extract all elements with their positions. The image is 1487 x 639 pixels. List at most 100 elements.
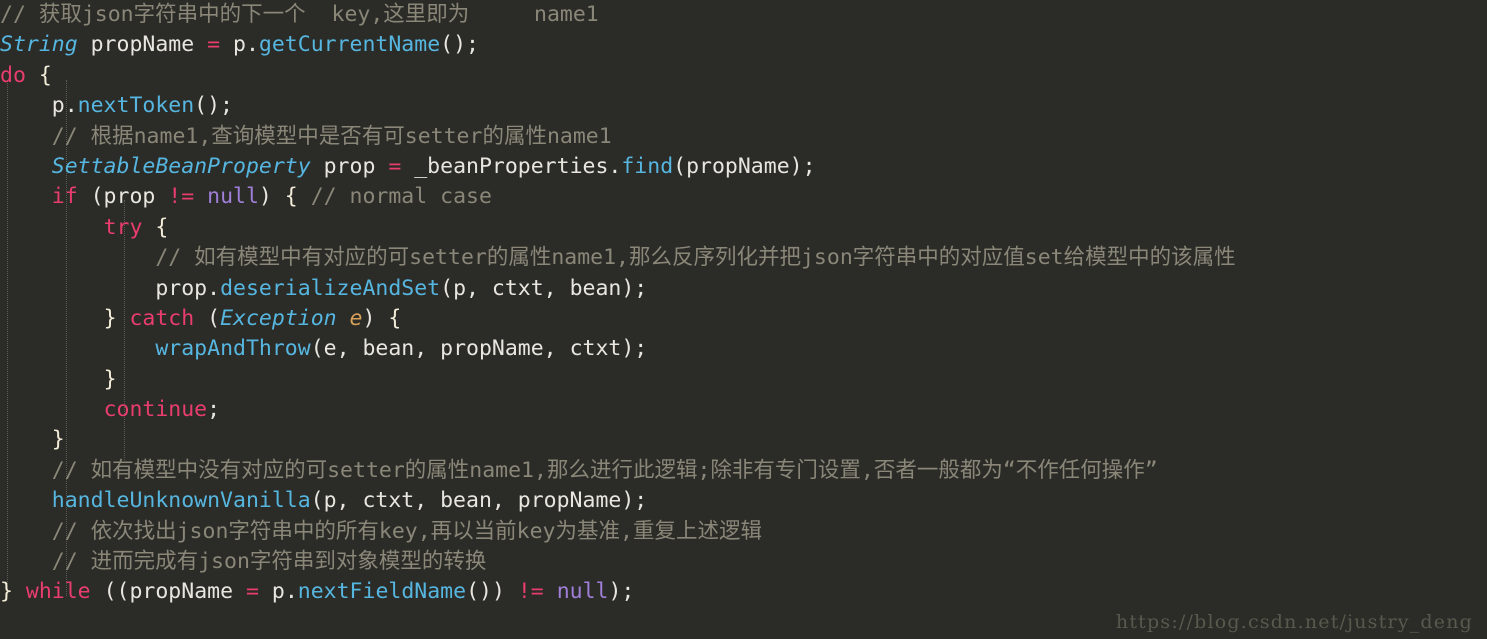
code-line-6[interactable]: SettableBeanProperty prop = _beanPropert… (0, 152, 1487, 182)
token-parameter: e (349, 305, 363, 331)
code-editor[interactable]: // 获取json字符串中的下一个 key,这里即为 name1 String p… (0, 0, 1487, 639)
token-func: getCurrentName (258, 32, 441, 58)
token-plain: ( (194, 305, 221, 331)
token-type: String (0, 32, 78, 58)
token-brace: } (103, 305, 117, 331)
token-keyword: while (25, 579, 91, 605)
token-brace: } (51, 427, 65, 453)
token-func: nextToken (77, 93, 195, 119)
token-op: = (207, 32, 221, 58)
token-brace: { (388, 305, 402, 331)
token-plain: ) (362, 305, 389, 331)
token-op: != (168, 184, 195, 210)
token-brace: { (38, 62, 52, 88)
code-line-10[interactable]: prop.deserializeAndSet(p, ctxt, bean); (0, 274, 1487, 304)
token-plain: p. (220, 32, 259, 58)
token-func: handleUnknownVanilla (51, 488, 311, 514)
code-line-1[interactable]: // 获取json字符串中的下一个 key,这里即为 name1 (0, 0, 1487, 30)
token-op: != (517, 579, 544, 605)
code-line-12[interactable]: wrapAndThrow(e, bean, propName, ctxt); (0, 334, 1487, 364)
token-plain: (p, ctxt, bean); (440, 275, 648, 301)
code-line-4[interactable]: p.nextToken(); (0, 91, 1487, 121)
token-comment: // 如有模型中没有对应的可setter的属性name1,那么进行此逻辑;除非有… (0, 457, 1158, 483)
token-plain: (); (194, 93, 234, 119)
token-func: find (621, 153, 674, 179)
token-null_literal: null (207, 184, 259, 210)
code-line-20[interactable]: } while ((propName = p.nextFieldName()) … (0, 577, 1487, 607)
token-plain: prop. (0, 275, 221, 301)
token-brace: { (155, 214, 169, 240)
code-content[interactable]: // 获取json字符串中的下一个 key,这里即为 name1 String p… (0, 0, 1487, 608)
token-plain: _beanProperties. (401, 153, 622, 179)
token-op: = (245, 579, 259, 605)
token-func: wrapAndThrow (155, 336, 311, 362)
token-plain: p. (258, 579, 298, 605)
token-brace: } (103, 366, 117, 392)
token-type: SettableBeanProperty (51, 153, 311, 179)
token-plain: prop (310, 153, 389, 179)
code-line-13[interactable]: } (0, 365, 1487, 395)
token-comment: // 如有模型中有对应的可setter的属性name1,那么反序列化并把json… (0, 245, 1236, 271)
token-brace: { (284, 184, 298, 210)
watermark-url: https://blog.csdn.net/justry_deng (1115, 611, 1473, 633)
code-line-7[interactable]: if (prop != null) { // normal case (0, 182, 1487, 212)
code-line-8[interactable]: try { (0, 213, 1487, 243)
token-comment: // 进而完成有json字符串到对象模型的转换 (0, 549, 487, 575)
token-comment: // 根据name1,查询模型中是否有可setter的属性name1 (0, 123, 612, 149)
token-type: Exception (220, 305, 337, 331)
token-plain: ()) (466, 579, 518, 605)
token-plain: ) (258, 184, 285, 210)
code-line-9[interactable]: // 如有模型中有对应的可setter的属性name1,那么反序列化并把json… (0, 243, 1487, 273)
code-line-17[interactable]: handleUnknownVanilla(p, ctxt, bean, prop… (0, 486, 1487, 516)
token-comment: // 依次找出json字符串中的所有key,再以当前key为基准,重复上述逻辑 (0, 518, 762, 544)
token-plain: (prop (77, 184, 169, 210)
token-func: nextFieldName (297, 579, 467, 605)
token-plain: (e, bean, propName, ctxt); (310, 336, 648, 362)
token-comment: // 获取json字符串中的下一个 key,这里即为 name1 (0, 2, 599, 27)
token-keyword: try (103, 214, 143, 240)
code-line-14[interactable]: continue; (0, 395, 1487, 425)
token-plain: (); (440, 32, 479, 58)
token-op: = (388, 153, 402, 179)
code-line-16[interactable]: // 如有模型中没有对应的可setter的属性name1,那么进行此逻辑;除非有… (0, 456, 1487, 486)
code-line-18[interactable]: // 依次找出json字符串中的所有key,再以当前key为基准,重复上述逻辑 (0, 517, 1487, 547)
code-line-2[interactable]: String propName = p.getCurrentName(); (0, 30, 1487, 60)
token-plain: p. (0, 93, 78, 119)
token-plain: ); (608, 579, 635, 605)
token-plain: propName (77, 32, 208, 58)
code-line-5[interactable]: // 根据name1,查询模型中是否有可setter的属性name1 (0, 122, 1487, 152)
code-line-11[interactable]: } catch (Exception e) { (0, 304, 1487, 334)
token-keyword: if (51, 184, 78, 210)
token-keyword: catch (129, 305, 195, 331)
token-plain: ((propName (90, 579, 246, 605)
token-func: deserializeAndSet (220, 275, 441, 301)
token-plain: (propName); (673, 153, 816, 179)
code-line-3[interactable]: do { (0, 61, 1487, 91)
token-brace: } (0, 579, 13, 605)
token-plain: ; (207, 397, 221, 423)
token-keyword: continue (103, 397, 208, 423)
token-null_literal: null (556, 579, 609, 605)
token-keyword: do (0, 62, 26, 88)
token-plain: (p, ctxt, bean, propName); (310, 488, 648, 514)
code-line-15[interactable]: } (0, 425, 1487, 455)
token-comment: // normal case (310, 184, 492, 210)
code-line-19[interactable]: // 进而完成有json字符串到对象模型的转换 (0, 547, 1487, 577)
